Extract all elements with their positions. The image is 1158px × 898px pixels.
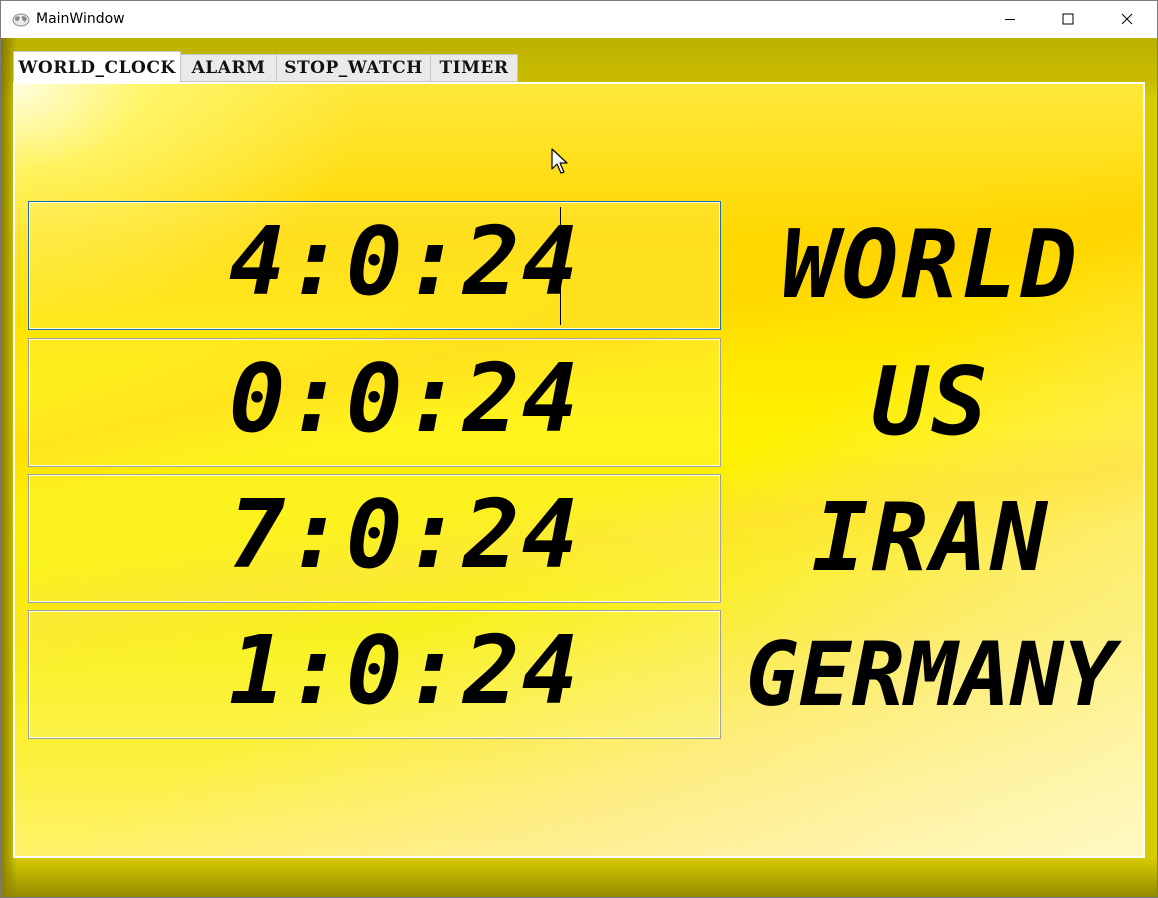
tab-stop-watch[interactable]: STOP_WATCH [276,54,431,82]
time-text: 4:0:24 [228,208,581,317]
time-display-world[interactable]: 4:0:24 [28,201,721,330]
city-label-germany: GERMANY [745,623,1117,726]
maximize-button[interactable] [1039,1,1097,38]
close-button[interactable] [1098,1,1156,38]
world-map-icon [12,12,30,28]
main-window: MainWindow WORLD_CLOCK ALARM STOP_WATCH … [0,0,1158,898]
city-label-us: US [871,348,991,457]
city-label-world: WORLD [782,211,1080,320]
window-title: MainWindow [36,11,125,27]
tab-timer[interactable]: TIMER [430,54,518,82]
title-bar[interactable]: MainWindow [1,1,1157,38]
city-label-iran: IRAN [811,484,1051,593]
time-text: 1:0:24 [228,617,581,726]
tab-alarm[interactable]: ALARM [180,54,277,82]
time-display-germany[interactable]: 1:0:24 [28,610,721,739]
time-text: 0:0:24 [228,345,581,454]
world-clock-panel: 4:0:24 WORLD 0:0:24 US 7:0:24 IRAN 1:0:2… [13,82,1145,858]
client-area: WORLD_CLOCK ALARM STOP_WATCH TIMER 4:0:2… [1,38,1157,897]
time-text: 7:0:24 [228,481,581,590]
maximize-icon [1062,10,1074,29]
mouse-pointer-icon [551,148,569,176]
tab-world-clock[interactable]: WORLD_CLOCK [13,51,181,84]
close-icon [1121,10,1133,29]
minimize-button[interactable] [981,1,1039,38]
text-caret [560,207,561,325]
time-display-iran[interactable]: 7:0:24 [28,474,721,603]
time-display-us[interactable]: 0:0:24 [28,338,721,467]
minimize-icon [1004,10,1016,29]
